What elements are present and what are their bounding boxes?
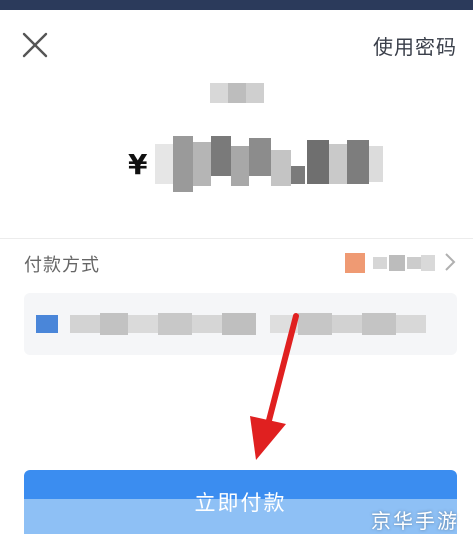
close-icon[interactable] bbox=[20, 30, 50, 60]
pay-method-value-redacted bbox=[345, 253, 435, 273]
red-arrow-icon bbox=[250, 313, 299, 460]
bank-card-option[interactable] bbox=[24, 293, 457, 355]
watermark: 京华手游 bbox=[371, 509, 459, 533]
use-password-link[interactable]: 使用密码 bbox=[373, 31, 457, 60]
amount-value-redacted bbox=[155, 136, 384, 192]
pay-method-row[interactable]: 付款方式 bbox=[0, 239, 473, 285]
pay-method-label: 付款方式 bbox=[24, 255, 100, 276]
bank-card-icon bbox=[36, 315, 58, 333]
chevron-right-icon bbox=[445, 253, 456, 271]
currency-symbol: ¥ bbox=[128, 147, 148, 181]
payment-amount: ¥ bbox=[128, 136, 384, 192]
status-bar bbox=[0, 0, 473, 10]
merchant-name-redacted bbox=[210, 83, 264, 103]
